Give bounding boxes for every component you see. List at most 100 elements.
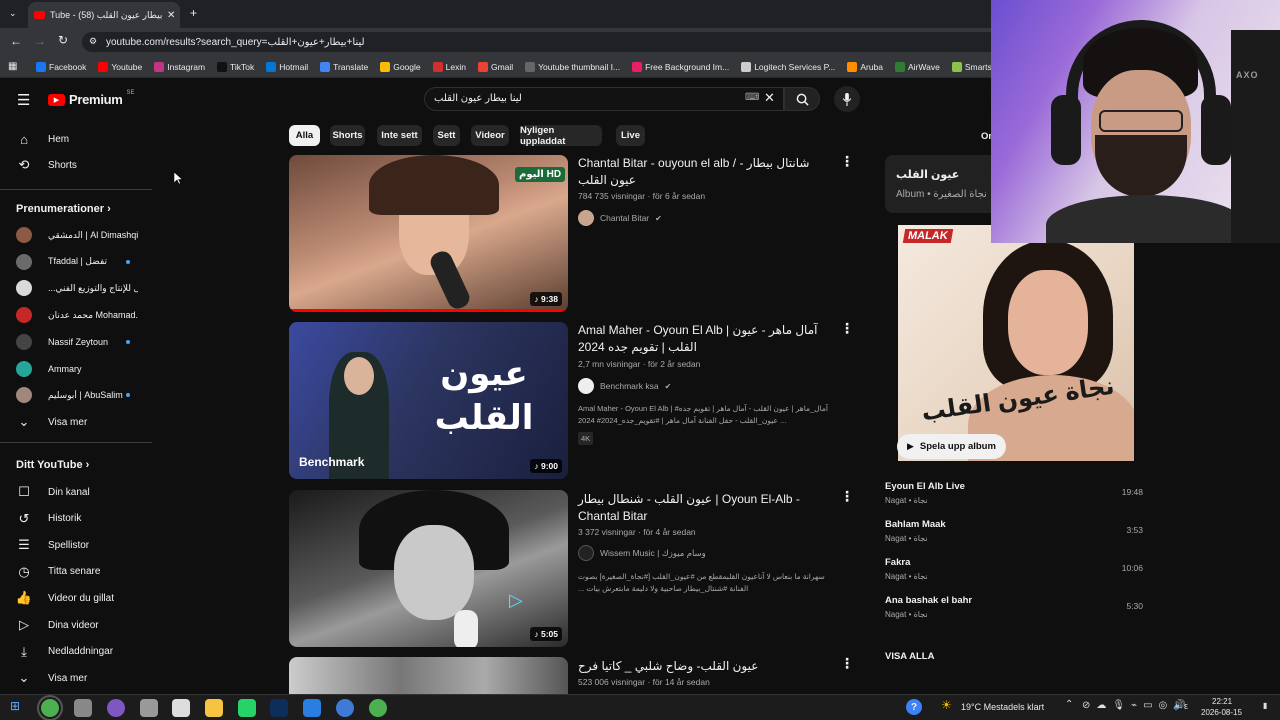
sidebar-item-your-videos[interactable]: ▷ Dina videor (0, 612, 150, 638)
file-explorer-icon[interactable] (205, 699, 223, 717)
address-bar[interactable]: ⚙ youtube.com/results?search_query=لينا+… (82, 32, 1142, 52)
search-button[interactable] (784, 87, 820, 111)
video-title[interactable]: Chantal Bitar - ouyoun el alb / شانتال ب… (578, 155, 828, 189)
bookmark-item[interactable]: Translate (320, 61, 368, 72)
video-channel[interactable]: Wissem Music | وسام ميوزك (578, 545, 706, 561)
clear-search-icon[interactable]: ✕ (764, 90, 775, 106)
app-icon[interactable] (172, 699, 190, 717)
more-actions-icon[interactable]: ⋮ (840, 153, 854, 170)
browser-tab[interactable]: Tube - لينا بيطار عيون القلب (58) ✕ (28, 2, 180, 28)
sidebar-subscription-item[interactable]: Tfaddal | تفضل (0, 249, 150, 275)
your-youtube-heading[interactable]: Ditt YouTube › (16, 459, 89, 471)
apps-icon[interactable]: ▦ (8, 61, 17, 72)
chrome-profile-icon[interactable] (107, 699, 125, 717)
bookmark-item[interactable]: Google (380, 61, 421, 72)
bookmark-item[interactable]: TikTok (217, 61, 254, 72)
video-thumbnail[interactable] (289, 657, 568, 694)
album-track[interactable]: Eyoun El Alb Live Nagat • نجاة 19:48 (885, 481, 1143, 515)
sidebar-item-download[interactable]: ⤓ Nedladdningar (0, 639, 150, 665)
video-title[interactable]: عيون القلب - شنطال بيطار | Oyoun El-Alb … (578, 491, 828, 525)
sidebar-subscription-item[interactable]: محمد عدنان Mohamad... (0, 302, 150, 328)
sidebar-item-playlists[interactable]: ☰ Spellistor (0, 532, 150, 558)
play-album-button[interactable]: ▶ Spela upp album (897, 434, 1006, 459)
album-cover[interactable]: MALAK نجاة عيون القلب (898, 225, 1134, 461)
filter-chip[interactable]: Sett (433, 125, 460, 146)
voice-search-button[interactable] (834, 86, 860, 112)
video-channel[interactable]: Benchmark ksa ✔ (578, 378, 671, 394)
video-thumbnail[interactable]: عيون القلب Benchmark ♪ 9:00 (289, 322, 568, 479)
firefox-icon[interactable] (336, 699, 354, 717)
keyboard-icon[interactable]: ⌨ (745, 92, 759, 103)
search-input[interactable]: لينا بيطار عيون القلب (434, 93, 522, 104)
album-track[interactable]: Bahlam Maak Nagat • نجاة 3:53 (885, 519, 1143, 553)
sidebar-subscription-item[interactable]: الدمشقي | Al Dimashqi (0, 222, 150, 248)
filter-chip[interactable]: Alla (289, 125, 320, 146)
sidebar-item-watch-later[interactable]: ◷ Titta senare (0, 559, 150, 585)
album-title[interactable]: عيون القلب (896, 168, 959, 181)
video-title[interactable]: Amal Maher - Oyoun El Alb | آمال ماهر - … (578, 322, 828, 356)
reload-icon[interactable]: ↻ (58, 33, 68, 47)
more-actions-icon[interactable]: ⋮ (840, 488, 854, 505)
notification-icon[interactable]: ▮ (1263, 701, 1267, 710)
youtube-logo[interactable]: ▶ Premium SE (48, 90, 135, 107)
bookmark-item[interactable]: Logitech Services P... (741, 61, 835, 72)
weather-text[interactable]: 19°C Mestadels klart (961, 702, 1044, 712)
sidebar-item-like[interactable]: 👍 Videor du gillat (0, 585, 150, 611)
see-all-link[interactable]: VISA ALLA (885, 651, 934, 662)
filter-chip[interactable]: Inte sett (377, 125, 422, 146)
tab-search-icon[interactable]: ⌄ (9, 8, 17, 19)
video-thumbnail[interactable]: اليوم HD ♪ 9:38 (289, 155, 568, 312)
show-more-library[interactable]: ⌄ Visa mer (0, 665, 150, 691)
video-title[interactable]: عيون القلب- وضاح شلبي _ كاتيا فرح (578, 658, 828, 675)
bookmark-item[interactable]: Facebook (36, 61, 86, 72)
tab-close-icon[interactable]: ✕ (167, 10, 175, 21)
sidebar-subscription-item[interactable]: Nassif Zeytoun (0, 329, 150, 355)
new-tab-icon[interactable]: + (190, 6, 197, 20)
bookmark-item[interactable]: Lexin (432, 61, 466, 72)
clock-date[interactable]: 2026-08-15 (1201, 708, 1242, 717)
settings-icon[interactable] (74, 699, 92, 717)
sidebar-subscription-item[interactable]: ...ل للإنتاج والتوزيع الفني (0, 275, 150, 301)
app-window-icon[interactable] (303, 699, 321, 717)
whatsapp-icon[interactable] (238, 699, 256, 717)
clock-time[interactable]: 22:21 (1212, 697, 1232, 706)
menu-icon[interactable]: ☰ (17, 91, 30, 109)
input-language[interactable]: ε (1184, 701, 1188, 711)
back-arrow-app-icon[interactable] (140, 699, 158, 717)
sidebar-item-history[interactable]: ↺ Historik (0, 506, 150, 532)
tray-icons[interactable]: ⊘☁🎙⌁▭◎🔊 (1082, 700, 1192, 711)
filter-chip[interactable]: Shorts (330, 125, 365, 146)
photoshop-icon[interactable] (270, 699, 288, 717)
chrome-icon[interactable] (37, 695, 63, 720)
video-thumbnail[interactable]: ▷ ♪ 5:05 (289, 490, 568, 647)
sidebar-subscription-item[interactable]: Ammary (0, 356, 150, 382)
bookmark-item[interactable]: Free Background Im... (632, 61, 729, 72)
more-actions-icon[interactable]: ⋮ (840, 655, 854, 672)
sidebar-item-channel[interactable]: ☐ Din kanal (0, 479, 150, 505)
bookmark-item[interactable]: Youtube (98, 61, 142, 72)
back-icon[interactable]: ← (10, 34, 22, 48)
bookmark-item[interactable]: Hotmail (266, 61, 308, 72)
album-track[interactable]: Ana bashak el bahr Nagat • نجاة 5:30 (885, 595, 1143, 629)
sidebar-item-shorts[interactable]: ⟲ Shorts (0, 152, 150, 178)
bookmark-item[interactable]: AirWave (895, 61, 940, 72)
sidebar-item-home[interactable]: ⌂ Hem (0, 126, 150, 152)
forward-icon[interactable]: → (34, 34, 46, 48)
bookmark-item[interactable]: Aruba (847, 61, 883, 72)
sidebar-subscription-item[interactable]: أبوسليم | AbuSalim (0, 382, 150, 408)
windows-start-icon[interactable]: ⊞ (10, 699, 20, 713)
video-channel[interactable]: Chantal Bitar ✔ (578, 210, 662, 226)
help-icon[interactable]: ? (906, 699, 922, 715)
filter-chip[interactable]: Nyligen uppladdat (520, 125, 602, 147)
album-track[interactable]: Fakra Nagat • نجاة 10:06 (885, 557, 1143, 591)
bookmark-item[interactable]: Instagram (154, 61, 205, 72)
bookmark-item[interactable]: Gmail (477, 61, 513, 72)
bookmark-item[interactable]: Youtube thumbnail I... (525, 61, 620, 72)
filter-chip[interactable]: Live (616, 125, 645, 146)
subscriptions-heading[interactable]: Prenumerationer › (16, 203, 111, 215)
show-more-subscriptions[interactable]: ⌄ Visa mer (0, 409, 150, 435)
filter-chip[interactable]: Videor (471, 125, 509, 146)
more-actions-icon[interactable]: ⋮ (840, 320, 854, 337)
site-info-icon[interactable]: ⚙ (89, 36, 97, 47)
tray-chevron-icon[interactable]: ⌃ (1065, 699, 1073, 710)
